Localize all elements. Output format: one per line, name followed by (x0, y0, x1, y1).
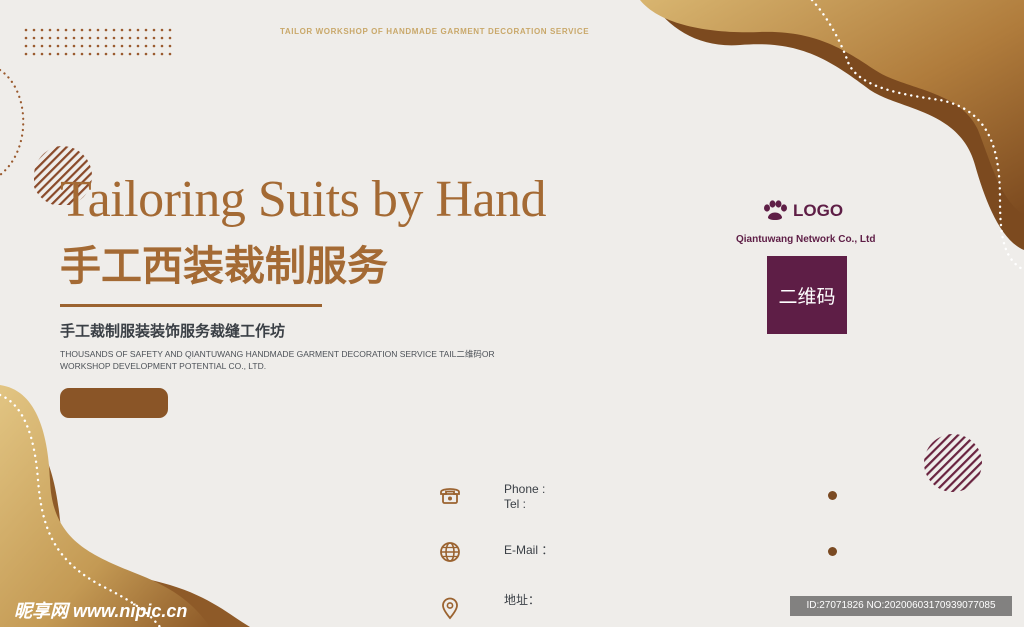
qr-label: 二维码 (778, 286, 836, 308)
title-chinese: 手工西装裁制服务 (60, 242, 388, 290)
watermark-right: ID:27071826 NO:20200603170939077085 (790, 596, 1012, 616)
action-pill-button[interactable] (60, 388, 168, 418)
title-divider (60, 304, 322, 307)
dot-grid (24, 28, 172, 56)
logo-text: LOGO (793, 201, 844, 220)
phone-text: Phone : (504, 482, 546, 496)
watermark-left: 昵享网 www.nipic.cn (14, 601, 188, 621)
header-tagline: TAILOR WORKSHOP OF HANDMADE GARMENT DECO… (280, 27, 590, 36)
qr-code-placeholder: 二维码 (767, 256, 847, 334)
subtitle-chinese: 手工裁制服装装饰服务裁缝工作坊 (60, 323, 286, 340)
email-label: E-Mail ： (504, 543, 554, 557)
phone-label: Phone : Tel : (504, 482, 545, 512)
paw-icon (764, 200, 787, 220)
email-bullet (828, 547, 837, 556)
left-dotted-arc (0, 68, 25, 177)
description-line-1: THOUSANDS OF SAFETY AND QIANTUWANG HANDM… (60, 349, 495, 359)
description-line-2: WORKSHOP DEVELOPMENT POTENTIAL CO., LTD. (60, 361, 267, 371)
location-pin-icon (442, 597, 458, 620)
phone-icon (440, 488, 460, 504)
description: THOUSANDS OF SAFETY AND QIANTUWANG HANDM… (60, 348, 560, 372)
striped-circle (924, 434, 982, 492)
address-label: 地址： (504, 593, 541, 607)
phone-bullet (828, 491, 837, 500)
brand-logo: LOGO (762, 200, 843, 222)
decorative-background (0, 0, 1024, 627)
globe-icon (440, 542, 460, 562)
title-english: Tailoring Suits by Hand (60, 171, 547, 228)
tel-text: Tel : (504, 497, 527, 511)
company-name: Qiantuwang Network Co., Ltd (736, 234, 876, 245)
